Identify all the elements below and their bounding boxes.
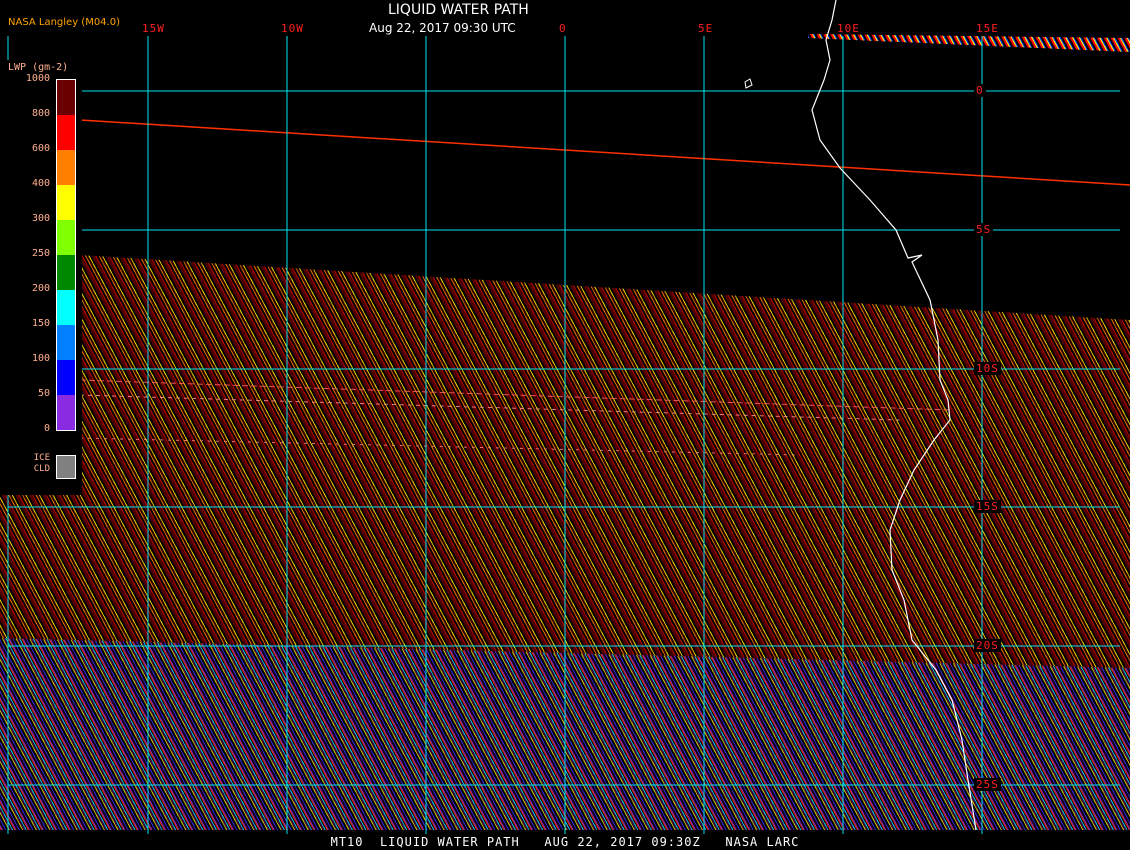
latitude-label: 0: [974, 84, 986, 97]
longitude-label: 10W: [281, 22, 304, 35]
legend-tick-label: 250: [31, 248, 50, 259]
legend-swatch: [57, 220, 75, 255]
cloud-band: [79, 379, 951, 411]
longitude-label: 10E: [837, 22, 860, 35]
legend-unit: LWP (gm-2): [8, 62, 69, 73]
map-title: LIQUID WATER PATH: [388, 2, 529, 18]
island: [744, 78, 753, 89]
map-overlay: [7, 0, 1130, 834]
footer-caption: MT10 LIQUID WATER PATH AUG 22, 2017 09:3…: [0, 834, 1130, 850]
map-datetime: Aug 22, 2017 09:30 UTC: [369, 21, 516, 35]
latitude-label: 25S: [974, 778, 1001, 791]
legend-swatch: [57, 150, 75, 185]
cloud-bands: [79, 379, 951, 456]
map-viewer: 15W 10W 0 5E 10E 15E 0 5S 10S 15S 20S 25S NASA Lang…: [0, 0, 1130, 850]
legend-swatch: [57, 255, 75, 290]
lat-lon-grid: [7, 36, 1120, 834]
legend-swatch: [57, 325, 75, 360]
narrow-swath-line: [79, 119, 1130, 186]
legend-tick-label: 800: [31, 108, 50, 119]
ice-cloud-label: ICE CLD: [33, 453, 50, 474]
longitude-label: 5E: [698, 22, 714, 35]
legend-tick-label: 300: [31, 213, 50, 224]
legend-tick-label: 50: [37, 388, 50, 399]
longitude-label: 15E: [976, 22, 999, 35]
credit-label: NASA Langley (M04.0): [8, 17, 120, 28]
legend-colorbar: [56, 79, 76, 431]
coastline: [811, 0, 977, 831]
legend-swatch: [57, 360, 75, 395]
legend-swatch: [57, 115, 75, 150]
legend-swatch: [57, 290, 75, 325]
legend-tick-label: 100: [31, 353, 50, 364]
longitude-label: 0: [559, 22, 567, 35]
legend-tick-label: 0: [43, 423, 50, 434]
legend-swatch: [57, 80, 75, 115]
latitude-label: 20S: [974, 639, 1001, 652]
legend-tick-label: 150: [31, 318, 50, 329]
color-legend: LWP (gm-2) ICE CLD 1000 800 600 400 300 250 20…: [0, 60, 82, 495]
legend-tick-label: 400: [31, 178, 50, 189]
ice-cloud-swatch: [56, 455, 76, 479]
latitude-label: 15S: [974, 500, 1001, 513]
legend-swatch: [57, 395, 75, 430]
latitude-label: 5S: [974, 223, 994, 236]
legend-tick-label: 200: [31, 283, 50, 294]
cloud-band: [79, 437, 801, 456]
legend-swatch: [57, 185, 75, 220]
legend-tick-label: 1000: [25, 73, 50, 84]
legend-tick-label: 600: [31, 143, 50, 154]
cloud-band: [79, 394, 901, 421]
latitude-label: 10S: [974, 362, 1001, 375]
longitude-label: 15W: [142, 22, 165, 35]
